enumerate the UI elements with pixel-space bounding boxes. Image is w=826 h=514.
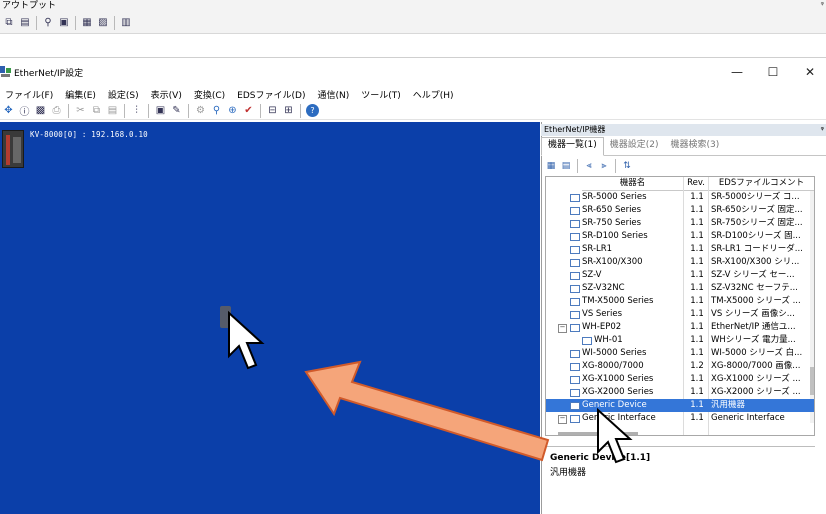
mouse-cursor-icon	[228, 310, 265, 370]
mouse-cursor-icon	[597, 407, 633, 464]
annotation-overlay	[228, 310, 633, 464]
drag-direction-arrow	[304, 360, 550, 462]
